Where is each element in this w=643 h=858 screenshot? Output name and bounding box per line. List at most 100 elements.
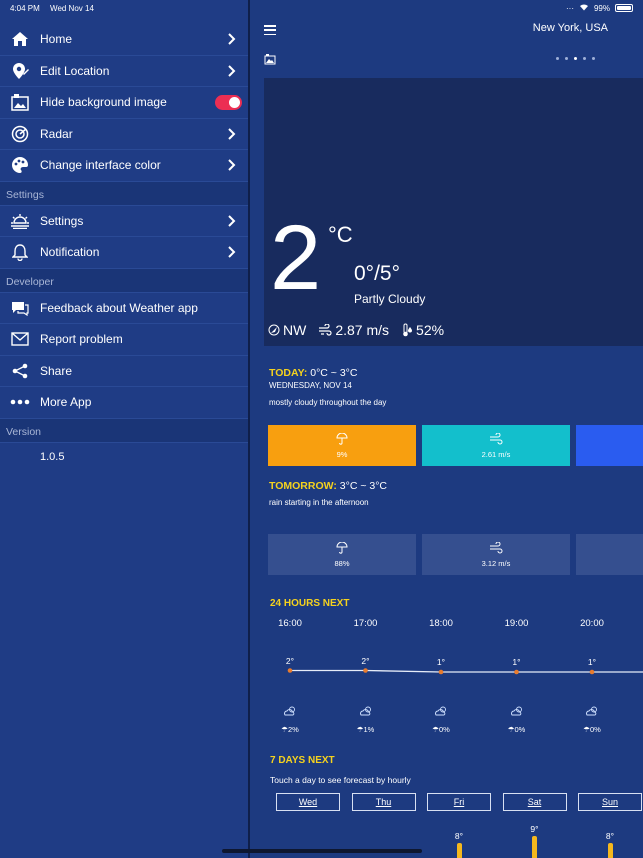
chevron-right-icon [222, 159, 242, 171]
hour-temp: 1° [436, 657, 446, 667]
tomorrow-range: 3°C ~ 3°C [339, 480, 387, 492]
sidebar: Home Edit Location Hide background image… [0, 0, 250, 858]
today-wind-card[interactable]: 2.61 m/s [422, 425, 570, 466]
home-icon [10, 29, 30, 49]
home-indicator[interactable] [222, 849, 422, 853]
partly-cloudy-icon [572, 706, 612, 718]
sidebar-item-label: Edit Location [40, 63, 110, 78]
sidebar-item-label: Settings [40, 213, 84, 228]
tomorrow-wind-card[interactable]: 3.12 m/s [422, 534, 570, 575]
temperature-point [514, 669, 519, 675]
sidebar-item-notification[interactable]: Notification [0, 237, 248, 269]
menu-icon[interactable] [264, 25, 276, 35]
navigation-arrow-icon [268, 324, 280, 336]
palette-icon [10, 155, 30, 175]
hour-rain: ☂1% [346, 725, 386, 734]
sidebar-item-hide-background[interactable]: Hide background image [0, 87, 248, 119]
page-indicator[interactable] [556, 57, 595, 60]
hourly-forecast[interactable]: 16:00 2° ☂2% 17:00 2° ☂1% 18:00 1° ☂0% 19:00 1° ☂0%… [270, 618, 643, 743]
tomorrow-wind-value: 3.12 m/s [481, 558, 511, 568]
wifi-icon [579, 3, 589, 13]
sidebar-item-label: Change interface color [40, 158, 161, 173]
signal-icon: ··· [565, 3, 574, 13]
location-name: New York, USA [532, 22, 608, 34]
umbrella-icon: ☂ [583, 725, 590, 734]
today-extra-card[interactable] [576, 425, 643, 466]
main-panel: New York, USA 2 °C 0°/5° Partly Cloudy N… [252, 0, 643, 858]
hours-title: 24 HOURS NEXT [270, 598, 350, 609]
sidebar-item-label: Home [40, 32, 73, 47]
page-dot[interactable] [592, 57, 595, 60]
temperature-point [438, 669, 444, 675]
hide-background-toggle[interactable] [215, 94, 242, 110]
chevron-right-icon [222, 33, 242, 45]
sidebar-item-report-problem[interactable]: Report problem [0, 324, 248, 356]
section-header-version: Version [0, 418, 248, 443]
sidebar-item-edit-location[interactable]: Edit Location [0, 56, 248, 87]
section-header-settings: Settings [0, 181, 248, 206]
hour-temp: 1° [587, 657, 597, 667]
today-rain-value: 9% [336, 449, 348, 459]
today-rain-card[interactable]: 9% [268, 425, 416, 466]
day-temp: 8° [454, 831, 464, 841]
day-temp-bar [532, 836, 537, 858]
tomorrow-extra-card[interactable] [576, 534, 643, 575]
hour-rain-value: 0% [514, 725, 526, 734]
status-bar: 4:04 PM Wed Nov 14 ··· 99% [0, 0, 643, 16]
day-button-wed[interactable]: Wed [276, 793, 340, 811]
umbrella-icon [336, 432, 348, 447]
bell-icon [10, 242, 30, 262]
tomorrow-rain-value: 88% [334, 558, 350, 568]
sidebar-item-radar[interactable]: Radar [0, 119, 248, 150]
chevron-right-icon [222, 215, 242, 227]
sidebar-item-label: Share [40, 363, 73, 378]
tomorrow-label: TOMORROW: [269, 480, 337, 492]
share-icon [10, 361, 30, 381]
umbrella-icon: ☂ [432, 725, 439, 734]
section-header-developer: Developer [0, 268, 248, 293]
tomorrow-cards: 88% 3.12 m/s [268, 534, 643, 575]
temperature-unit: °C [328, 222, 353, 247]
sidebar-item-share[interactable]: Share [0, 356, 248, 387]
partly-cloudy-icon [497, 706, 537, 718]
status-date: Wed Nov 14 [50, 3, 94, 13]
tomorrow-rain-card[interactable]: 88% [268, 534, 416, 575]
day-button-thu[interactable]: Thu [351, 793, 416, 811]
partly-cloudy-icon [270, 706, 310, 718]
today-wind-value: 2.61 m/s [481, 449, 511, 459]
sidebar-item-label: Radar [40, 126, 73, 141]
mail-icon [10, 329, 30, 349]
chevron-right-icon [222, 65, 242, 77]
page-dot[interactable] [565, 57, 568, 60]
sidebar-item-home[interactable]: Home [0, 24, 248, 56]
chevron-right-icon [222, 128, 242, 140]
sidebar-item-feedback[interactable]: Feedback about Weather app [0, 293, 248, 324]
page-dot[interactable] [574, 57, 577, 60]
sidebar-item-settings[interactable]: Settings [0, 206, 248, 237]
hour-temp: 1° [512, 657, 521, 667]
today-date: WEDNESDAY, NOV 14 [269, 381, 352, 390]
sidebar-item-label: More App [40, 395, 92, 410]
hour-rain-value: 2% [287, 725, 299, 734]
page-dot[interactable] [583, 57, 586, 60]
sidebar-item-change-color[interactable]: Change interface color [0, 150, 248, 182]
day-button-sun[interactable]: Sun [578, 793, 642, 811]
sidebar-item-more-app[interactable]: More App [0, 387, 248, 419]
days-subtitle: Touch a day to see forecast by hourly [270, 775, 411, 785]
day-button-fri[interactable]: Fri [427, 793, 491, 811]
humidity-icon [401, 323, 413, 337]
page-dot[interactable] [556, 57, 559, 60]
version-value: 1.0.5 [40, 450, 65, 463]
hour-rain-value: 0% [438, 725, 450, 734]
background-image-icon[interactable] [264, 52, 276, 70]
day-button-sat[interactable]: Sat [502, 793, 567, 811]
image-lock-icon [10, 92, 30, 112]
hour-time: 19:00 [504, 618, 529, 629]
tomorrow-description: rain starting in the afternoon [269, 498, 369, 507]
location-edit-icon [10, 61, 30, 81]
sidebar-item-label: Hide background image [40, 95, 167, 110]
today-label: TODAY: [269, 367, 308, 379]
day-temp-bar [607, 843, 613, 858]
hour-rain: ☂0% [421, 725, 461, 734]
hour-temp: 2° [361, 655, 370, 666]
